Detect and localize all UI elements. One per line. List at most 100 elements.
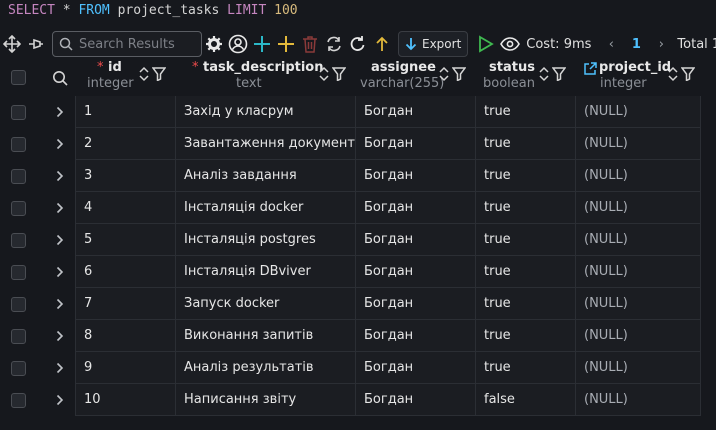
cell-task-description[interactable]: Виконання запитів	[175, 320, 355, 352]
header-search-cell[interactable]	[50, 60, 74, 96]
search-input[interactable]	[79, 36, 197, 52]
cell-status[interactable]: true	[475, 96, 575, 128]
cell-status[interactable]: true	[475, 320, 575, 352]
cell-status[interactable]: true	[475, 352, 575, 384]
cell-project-id[interactable]: (NULL)	[575, 96, 701, 128]
sort-icon[interactable]	[538, 66, 550, 82]
row-expand-chevron-icon[interactable]	[52, 128, 68, 160]
cell-task-description[interactable]: Аналіз результатів	[175, 352, 355, 384]
filter-icon[interactable]	[332, 67, 346, 81]
refresh-icon[interactable]	[322, 32, 346, 56]
sort-icon[interactable]	[667, 66, 679, 82]
cell-id[interactable]: 2	[75, 128, 175, 160]
cell-project-id[interactable]: (NULL)	[575, 320, 701, 352]
cell-id[interactable]: 1	[75, 96, 175, 128]
cell-assignee[interactable]: Богдан	[355, 224, 475, 256]
add-column-icon[interactable]	[274, 32, 298, 56]
row-expand-chevron-icon[interactable]	[52, 192, 68, 224]
cell-assignee[interactable]: Богдан	[355, 160, 475, 192]
current-page[interactable]: 1	[621, 37, 651, 52]
row-expand-chevron-icon[interactable]	[52, 288, 68, 320]
row-expand-chevron-icon[interactable]	[52, 160, 68, 192]
cell-assignee[interactable]: Богдан	[355, 256, 475, 288]
next-page-chevron-icon[interactable]: ›	[651, 37, 671, 52]
select-all-checkbox[interactable]	[11, 70, 26, 85]
row-expand-chevron-icon[interactable]	[52, 256, 68, 288]
table-row[interactable]: 10 Написання звіту Богдан false (NULL)	[0, 384, 716, 416]
row-checkbox[interactable]	[11, 105, 26, 120]
cell-task-description[interactable]: Інсталяція docker	[175, 192, 355, 224]
arrow-up-icon[interactable]	[370, 32, 394, 56]
add-row-icon[interactable]	[250, 32, 274, 56]
cell-task-description[interactable]: Запуск docker	[175, 288, 355, 320]
cell-status[interactable]: true	[475, 160, 575, 192]
row-checkbox[interactable]	[11, 201, 26, 216]
eye-icon[interactable]	[498, 32, 522, 56]
cell-project-id[interactable]: (NULL)	[575, 160, 701, 192]
cell-task-description[interactable]: Аналіз завдання	[175, 160, 355, 192]
cell-id[interactable]: 7	[75, 288, 175, 320]
filter-icon[interactable]	[552, 67, 566, 81]
cell-status[interactable]: true	[475, 288, 575, 320]
row-expand-chevron-icon[interactable]	[52, 96, 68, 128]
cell-id[interactable]: 9	[75, 352, 175, 384]
table-row[interactable]: 7 Запуск docker Богдан true (NULL)	[0, 288, 716, 320]
cell-project-id[interactable]: (NULL)	[575, 256, 701, 288]
cell-status[interactable]: true	[475, 192, 575, 224]
row-expand-chevron-icon[interactable]	[52, 384, 68, 416]
row-checkbox[interactable]	[11, 265, 26, 280]
cell-status[interactable]: true	[475, 128, 575, 160]
move-icon[interactable]	[0, 32, 24, 56]
cell-status[interactable]: true	[475, 256, 575, 288]
cell-assignee[interactable]: Богдан	[355, 384, 475, 416]
table-row[interactable]: 4 Інсталяція docker Богдан true (NULL)	[0, 192, 716, 224]
filter-icon[interactable]	[452, 67, 466, 81]
export-button[interactable]: Export	[398, 31, 469, 57]
table-row[interactable]: 2 Завантаження документу Богдан true (NULL)	[0, 128, 716, 160]
sort-icon[interactable]	[318, 66, 330, 82]
cell-id[interactable]: 6	[75, 256, 175, 288]
cell-project-id[interactable]: (NULL)	[575, 288, 701, 320]
sql-query-line[interactable]: SELECT * FROM project_tasks LIMIT 100	[0, 0, 716, 26]
cell-project-id[interactable]: (NULL)	[575, 384, 701, 416]
row-checkbox[interactable]	[11, 329, 26, 344]
table-row[interactable]: 5 Інсталяція postgres Богдан true (NULL)	[0, 224, 716, 256]
cell-id[interactable]: 3	[75, 160, 175, 192]
column-header-task-description[interactable]: * task_description text	[175, 60, 355, 96]
cell-task-description[interactable]: Написання звіту	[175, 384, 355, 416]
table-row[interactable]: 6 Інсталяція DBviver Богдан true (NULL)	[0, 256, 716, 288]
filter-icon[interactable]	[681, 67, 695, 81]
row-expand-chevron-icon[interactable]	[52, 224, 68, 256]
row-checkbox[interactable]	[11, 169, 26, 184]
row-checkbox[interactable]	[11, 297, 26, 312]
table-row[interactable]: 3 Аналіз завдання Богдан true (NULL)	[0, 160, 716, 192]
cell-id[interactable]: 4	[75, 192, 175, 224]
cell-status[interactable]: false	[475, 384, 575, 416]
cell-assignee[interactable]: Богдан	[355, 288, 475, 320]
column-search-icon[interactable]	[52, 70, 68, 86]
row-expand-chevron-icon[interactable]	[52, 352, 68, 384]
column-header-project-id[interactable]: project_id integer	[575, 60, 701, 96]
cell-id[interactable]: 10	[75, 384, 175, 416]
column-header-status[interactable]: status boolean	[475, 60, 575, 96]
column-header-id[interactable]: * id integer	[75, 60, 175, 96]
row-checkbox[interactable]	[11, 233, 26, 248]
user-circle-icon[interactable]	[226, 32, 250, 56]
cell-assignee[interactable]: Богдан	[355, 192, 475, 224]
row-checkbox[interactable]	[11, 137, 26, 152]
settings-gear-icon[interactable]	[202, 32, 226, 56]
run-play-icon[interactable]	[474, 32, 498, 56]
table-row[interactable]: 8 Виконання запитів Богдан true (NULL)	[0, 320, 716, 352]
table-row[interactable]: 1 Захід у класрум Богдан true (NULL)	[0, 96, 716, 128]
sort-icon[interactable]	[438, 66, 450, 82]
table-row[interactable]: 9 Аналіз результатів Богдан true (NULL)	[0, 352, 716, 384]
search-box[interactable]	[52, 31, 202, 57]
cell-id[interactable]: 5	[75, 224, 175, 256]
cell-assignee[interactable]: Богдан	[355, 352, 475, 384]
column-header-assignee[interactable]: assignee varchar(255)	[355, 60, 475, 96]
cell-id[interactable]: 8	[75, 320, 175, 352]
delete-trash-icon[interactable]	[298, 32, 322, 56]
cell-task-description[interactable]: Захід у класрум	[175, 96, 355, 128]
sort-icon[interactable]	[138, 66, 150, 82]
row-checkbox[interactable]	[11, 361, 26, 376]
